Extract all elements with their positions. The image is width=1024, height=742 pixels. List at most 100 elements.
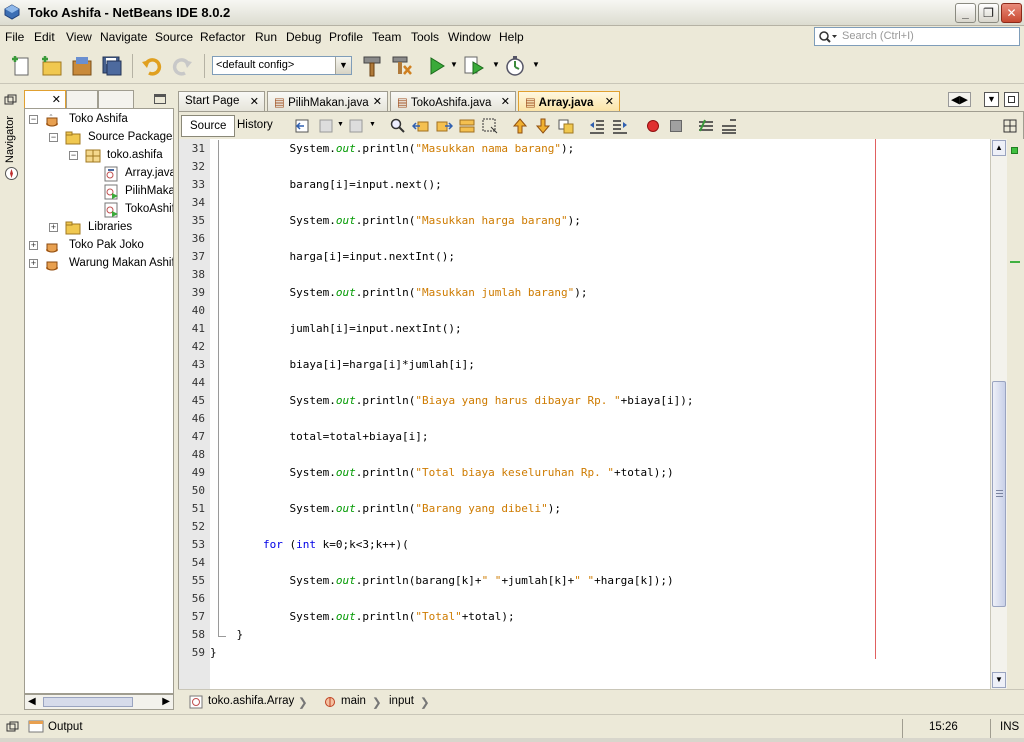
collapse-icon[interactable]: − [49,133,58,142]
tree-item-array-java[interactable]: Array.java [25,165,173,183]
tree-item-source-packages[interactable]: − Source Packages [25,129,173,147]
back-icon[interactable] [317,117,335,135]
toggle-highlight-icon[interactable] [458,117,476,135]
scrollbar-thumb[interactable] [992,381,1006,607]
expand-icon[interactable]: + [29,259,38,268]
menu-file[interactable]: File [5,30,24,44]
tree-horizontal-scrollbar[interactable]: ◀ ▶ [24,694,174,710]
debug-project-icon[interactable] [462,54,486,78]
profile-project-icon[interactable] [503,54,527,78]
uncomment-icon[interactable] [720,117,738,135]
code-line[interactable]: System.out.println("Total biaya keseluru… [210,466,673,479]
scroll-down-icon[interactable]: ▼ [992,672,1006,688]
expand-icon[interactable]: + [49,223,58,232]
undo-icon[interactable] [140,54,164,78]
menu-edit[interactable]: Edit [34,30,55,44]
save-all-icon[interactable] [100,54,124,78]
close-icon[interactable]: ✕ [250,95,259,108]
show-opened-documents-icon[interactable]: ▼ [984,92,999,107]
editor-vertical-scrollbar[interactable]: ▲ ▼ [990,139,1007,689]
collapse-icon[interactable]: − [29,115,38,124]
find-previous-icon[interactable] [412,117,430,135]
code-line[interactable]: System.out.println("Masukkan jumlah bara… [210,286,587,299]
menu-view[interactable]: View [66,30,92,44]
code-line[interactable]: System.out.println("Biaya yang harus dib… [210,394,693,407]
menu-window[interactable]: Window [448,30,491,44]
shift-left-icon[interactable] [588,117,606,135]
scroll-tabs-icon[interactable]: ◀▶ [948,92,971,107]
menu-refactor[interactable]: Refactor [200,30,245,44]
tab-projects[interactable]: ✕ [24,90,66,110]
toggle-bookmark-icon[interactable] [557,117,575,135]
scroll-right-icon[interactable]: ▶ [162,696,170,707]
debug-dropdown-icon[interactable]: ▼ [492,60,500,69]
shift-right-icon[interactable] [611,117,629,135]
tree-item-package[interactable]: − toko.ashifa [25,147,173,165]
close-icon[interactable]: ✕ [605,95,614,108]
restore-button[interactable]: ❐ [978,3,999,23]
clean-build-icon[interactable] [390,54,414,78]
tree-item-toko-pak-joko[interactable]: + Toko Pak Joko [25,237,173,255]
scroll-up-icon[interactable]: ▲ [992,140,1006,156]
tab-pilihmakan[interactable]: ▤ PilihMakan.java ✕ [267,91,388,111]
close-icon[interactable]: ✕ [501,95,510,108]
tab-services[interactable] [98,90,134,110]
start-macro-recording-icon[interactable] [644,117,662,135]
code-line[interactable]: System.out.println("Masukkan nama barang… [210,142,574,155]
back-dropdown-icon[interactable]: ▼ [337,121,344,128]
menu-tools[interactable]: Tools [411,30,439,44]
tree-item-libraries[interactable]: + Libraries [25,219,173,237]
open-project-icon[interactable] [70,54,94,78]
forward-icon[interactable] [347,117,365,135]
code-line[interactable]: for (int k=0;k<3;k++)( [210,538,409,551]
minimize-button[interactable]: _ [955,3,976,23]
code-line[interactable]: jumlah[i]=input.nextInt(); [210,322,461,335]
breadcrumb-class[interactable]: toko.ashifa.Array [208,695,294,707]
menu-run[interactable]: Run [255,30,277,44]
run-dropdown-icon[interactable]: ▼ [450,60,458,69]
find-icon[interactable] [389,117,407,135]
code-line[interactable]: } [210,646,217,659]
tree-item-toko-ashifa[interactable]: − Toko Ashifa [25,111,173,129]
history-view-button[interactable]: History [229,115,281,137]
annotation-mark[interactable] [1010,261,1020,263]
code-line[interactable]: System.out.println("Masukkan harga baran… [210,214,580,227]
search-input[interactable]: Search (Ctrl+I) [814,27,1020,46]
comment-icon[interactable] [697,117,715,135]
code-line[interactable]: total=total+biaya[i]; [210,430,428,443]
tab-files[interactable] [66,90,98,110]
breadcrumb-method[interactable]: main [341,695,366,707]
split-editor-icon[interactable] [1003,119,1017,133]
forward-dropdown-icon[interactable]: ▼ [369,121,376,128]
navigator-tab[interactable]: Navigator [4,116,16,163]
menu-team[interactable]: Team [372,30,401,44]
tree-item-pilihmakan-java[interactable]: PilihMakan.java [25,183,173,201]
config-select[interactable]: <default config> ▼ [212,56,352,75]
tab-start-page[interactable]: Start Page ✕ [178,91,265,111]
code-editor[interactable]: System.out.println("Masukkan nama barang… [210,139,990,689]
code-line[interactable]: } [210,628,243,641]
source-view-button[interactable]: Source [181,115,236,137]
toggle-rectangular-selection-icon[interactable] [481,117,499,135]
restore-window-group-icon[interactable] [4,94,18,106]
close-button[interactable]: ✕ [1001,3,1022,23]
output-tab[interactable]: Output [48,721,83,733]
expand-icon[interactable]: + [29,241,38,250]
minimize-panel-icon[interactable] [154,94,166,104]
find-next-icon[interactable] [435,117,453,135]
compass-icon[interactable] [4,166,19,181]
code-line[interactable]: biaya[i]=harga[i]*jumlah[i]; [210,358,474,371]
collapse-icon[interactable]: − [69,151,78,160]
close-icon[interactable]: ✕ [52,93,61,106]
tree-item-warung-makan-ashifa[interactable]: + Warung Makan Ashifa [25,255,173,273]
stop-macro-recording-icon[interactable] [667,117,685,135]
new-file-icon[interactable] [10,54,34,78]
restore-window-group-icon[interactable] [6,721,20,733]
tab-tokoashifa[interactable]: ▤ TokoAshifa.java ✕ [390,91,516,111]
tree-item-tokoashifa-java[interactable]: TokoAshifa.java [25,201,173,219]
menu-help[interactable]: Help [499,30,524,44]
menu-navigate[interactable]: Navigate [100,30,147,44]
run-project-icon[interactable] [424,54,448,78]
scroll-left-icon[interactable]: ◀ [28,696,36,707]
menu-source[interactable]: Source [155,30,193,44]
